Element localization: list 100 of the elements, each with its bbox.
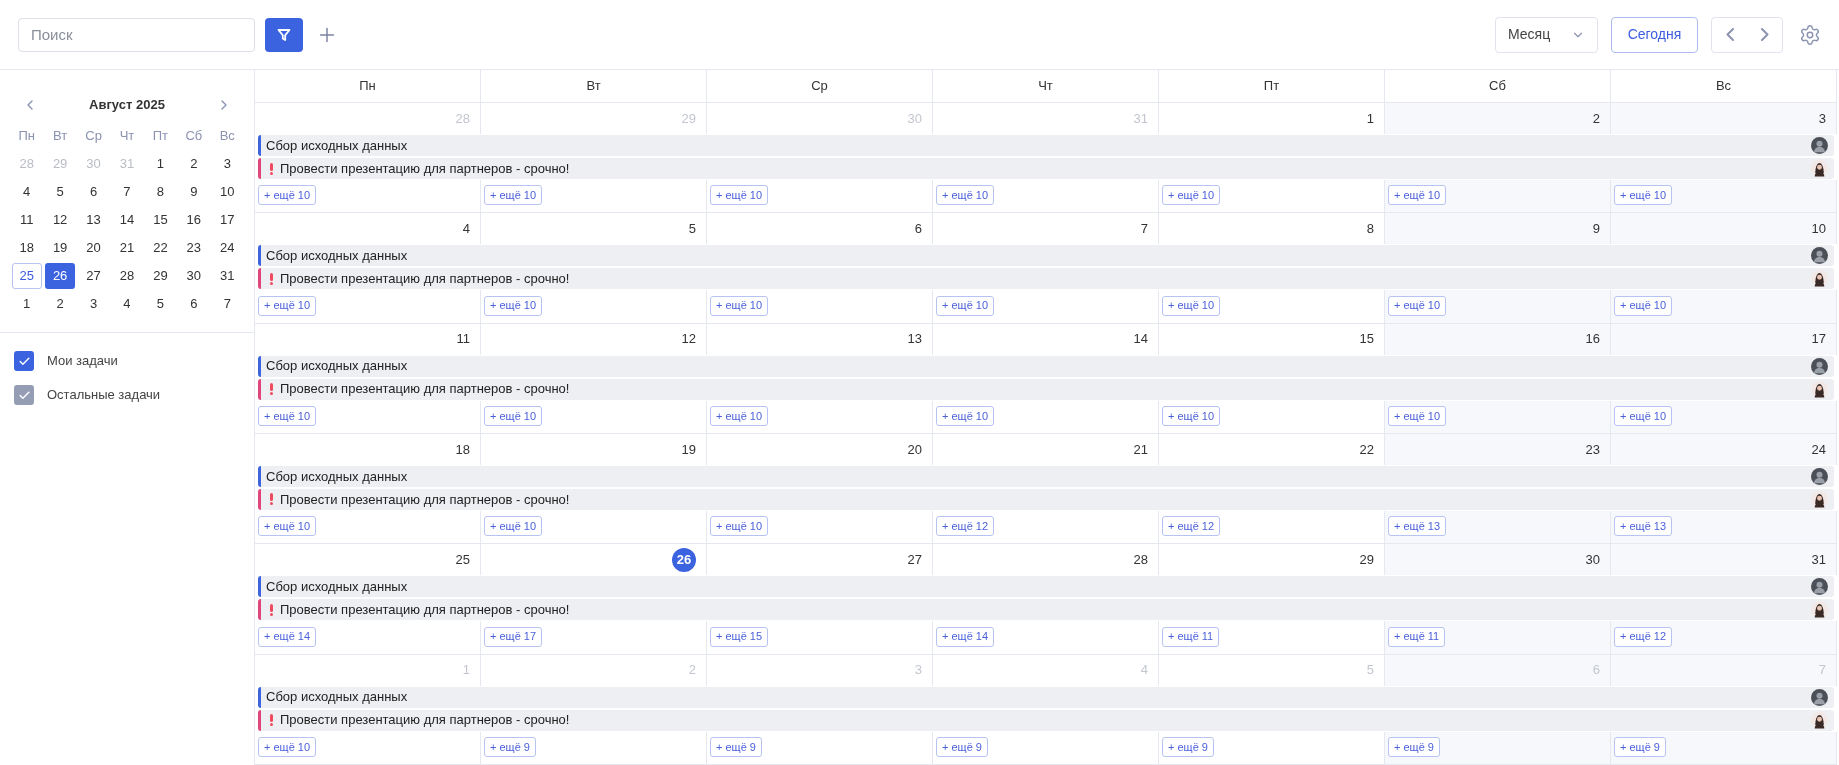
more-events-button[interactable]: + ещё 9 — [710, 736, 762, 757]
day-button[interactable]: 16 — [178, 207, 209, 233]
day-button[interactable]: 3 — [212, 151, 243, 177]
more-events-button[interactable]: + ещё 10 — [936, 405, 995, 426]
more-events-button[interactable]: + ещё 12 — [1614, 626, 1673, 647]
event-bar[interactable]: Сбор исходных данных — [258, 686, 1834, 708]
more-events-button[interactable]: + ещё 10 — [484, 295, 543, 316]
day-button[interactable]: 15 — [145, 207, 176, 233]
more-events-button[interactable]: + ещё 10 — [1614, 405, 1673, 426]
more-events-button[interactable]: + ещё 10 — [1162, 405, 1221, 426]
day-button[interactable]: 1 — [11, 291, 42, 317]
more-events-button[interactable]: + ещё 10 — [1388, 185, 1447, 206]
more-events-button[interactable]: + ещё 10 — [258, 185, 317, 206]
day-button[interactable]: 12 — [45, 207, 76, 233]
event-bar[interactable]: Сбор исходных данных — [258, 245, 1834, 267]
more-events-button[interactable]: + ещё 10 — [1388, 405, 1447, 426]
day-button[interactable]: 4 — [112, 291, 142, 317]
event-bar[interactable]: Провести презентацию для партнеров - срочно! — [258, 599, 1834, 621]
day-button[interactable]: 29 — [145, 263, 176, 289]
more-events-button[interactable]: + ещё 10 — [710, 295, 769, 316]
day-button[interactable]: 22 — [145, 235, 176, 261]
day-button[interactable]: 4 — [11, 179, 42, 205]
search-field[interactable]: Поиск — [18, 17, 255, 52]
day-button[interactable]: 2 — [178, 151, 209, 177]
day-button[interactable]: 7 — [112, 179, 142, 205]
view-select[interactable]: Месяц — [1495, 16, 1598, 53]
day-button[interactable]: 27 — [78, 263, 109, 289]
more-events-button[interactable]: + ещё 10 — [1162, 185, 1221, 206]
more-events-button[interactable]: + ещё 10 — [710, 405, 769, 426]
more-events-button[interactable]: + ещё 10 — [1614, 185, 1673, 206]
more-events-button[interactable]: + ещё 10 — [1388, 295, 1447, 316]
previous-button[interactable] — [1725, 28, 1734, 41]
event-bar[interactable]: Сбор исходных данных — [258, 355, 1834, 377]
day-button[interactable]: 14 — [112, 207, 142, 233]
day-button[interactable]: 30 — [178, 263, 209, 289]
more-events-button[interactable]: + ещё 13 — [1388, 516, 1447, 537]
more-events-button[interactable]: + ещё 9 — [484, 736, 536, 757]
more-events-button[interactable]: + ещё 15 — [710, 626, 769, 647]
more-events-button[interactable]: + ещё 10 — [710, 185, 769, 206]
day-button[interactable]: 21 — [112, 235, 142, 261]
more-events-button[interactable]: + ещё 10 — [936, 295, 995, 316]
day-button[interactable]: 5 — [45, 179, 76, 205]
day-button[interactable]: 13 — [78, 207, 109, 233]
more-events-button[interactable]: + ещё 10 — [484, 405, 543, 426]
day-button[interactable]: 10 — [212, 179, 243, 205]
day-button[interactable]: 28 — [112, 263, 142, 289]
more-events-button[interactable]: + ещё 10 — [484, 185, 543, 206]
more-events-button[interactable]: + ещё 12 — [936, 516, 995, 537]
event-bar[interactable]: Провести презентацию для партнеров - срочно! — [258, 268, 1834, 290]
more-events-button[interactable]: + ещё 10 — [258, 405, 317, 426]
day-button[interactable]: 24 — [212, 235, 243, 261]
day-button[interactable]: 9 — [178, 179, 209, 205]
more-events-button[interactable]: + ещё 10 — [936, 185, 995, 206]
event-bar[interactable]: Провести презентацию для партнеров - срочно! — [258, 378, 1834, 400]
more-events-button[interactable]: + ещё 9 — [1614, 736, 1666, 757]
more-events-button[interactable]: + ещё 10 — [1162, 295, 1221, 316]
day-button[interactable]: 8 — [145, 179, 176, 205]
day-button[interactable]: 19 — [45, 235, 76, 261]
event-bar[interactable]: Провести презентацию для партнеров - срочно! — [258, 709, 1834, 731]
more-events-button[interactable]: + ещё 14 — [936, 626, 995, 647]
more-events-button[interactable]: + ещё 9 — [936, 736, 988, 757]
more-events-button[interactable]: + ещё 10 — [258, 736, 317, 757]
event-bar[interactable]: Сбор исходных данных — [258, 135, 1834, 156]
filter-button[interactable] — [265, 17, 303, 52]
more-events-button[interactable]: + ещё 11 — [1388, 626, 1446, 647]
more-events-button[interactable]: + ещё 11 — [1162, 626, 1220, 647]
day-button[interactable]: 5 — [145, 291, 176, 317]
day-button[interactable]: 3 — [78, 291, 109, 317]
checkbox[interactable] — [14, 351, 34, 371]
more-events-button[interactable]: + ещё 10 — [258, 295, 317, 316]
day-button[interactable]: 31 — [212, 263, 243, 289]
more-events-button[interactable]: + ещё 10 — [1614, 295, 1673, 316]
more-events-button[interactable]: + ещё 17 — [484, 626, 543, 647]
more-events-button[interactable]: + ещё 9 — [1162, 736, 1214, 757]
day-button[interactable]: 26 — [45, 263, 76, 289]
more-events-button[interactable]: + ещё 14 — [258, 626, 317, 647]
day-button[interactable]: 17 — [212, 207, 243, 233]
more-events-button[interactable]: + ещё 10 — [258, 516, 317, 537]
more-events-button[interactable]: + ещё 12 — [1162, 516, 1221, 537]
settings-button[interactable] — [1799, 23, 1821, 46]
day-button[interactable]: 6 — [178, 291, 209, 317]
day-button[interactable]: 18 — [11, 235, 42, 261]
day-button[interactable]: 2 — [45, 291, 76, 317]
more-events-button[interactable]: + ещё 10 — [710, 516, 769, 537]
more-events-button[interactable]: + ещё 10 — [484, 516, 543, 537]
checkbox[interactable] — [14, 385, 34, 405]
day-button[interactable]: 23 — [178, 235, 209, 261]
day-button[interactable]: 1 — [145, 151, 176, 177]
day-button[interactable]: 7 — [212, 291, 243, 317]
event-bar[interactable]: Сбор исходных данных — [258, 466, 1834, 487]
more-events-button[interactable]: + ещё 9 — [1388, 736, 1440, 757]
next-button[interactable] — [1760, 28, 1769, 41]
event-bar[interactable]: Провести презентацию для партнеров - срочно! — [258, 158, 1834, 179]
day-button[interactable]: 11 — [11, 207, 42, 233]
day-button[interactable]: 25 — [11, 263, 42, 289]
today-button[interactable]: Сегодня — [1611, 16, 1698, 53]
event-bar[interactable]: Сбор исходных данных — [258, 576, 1834, 598]
event-bar[interactable]: Провести презентацию для партнеров - срочно! — [258, 489, 1834, 510]
day-button[interactable]: 6 — [78, 179, 109, 205]
day-button[interactable]: 20 — [78, 235, 109, 261]
